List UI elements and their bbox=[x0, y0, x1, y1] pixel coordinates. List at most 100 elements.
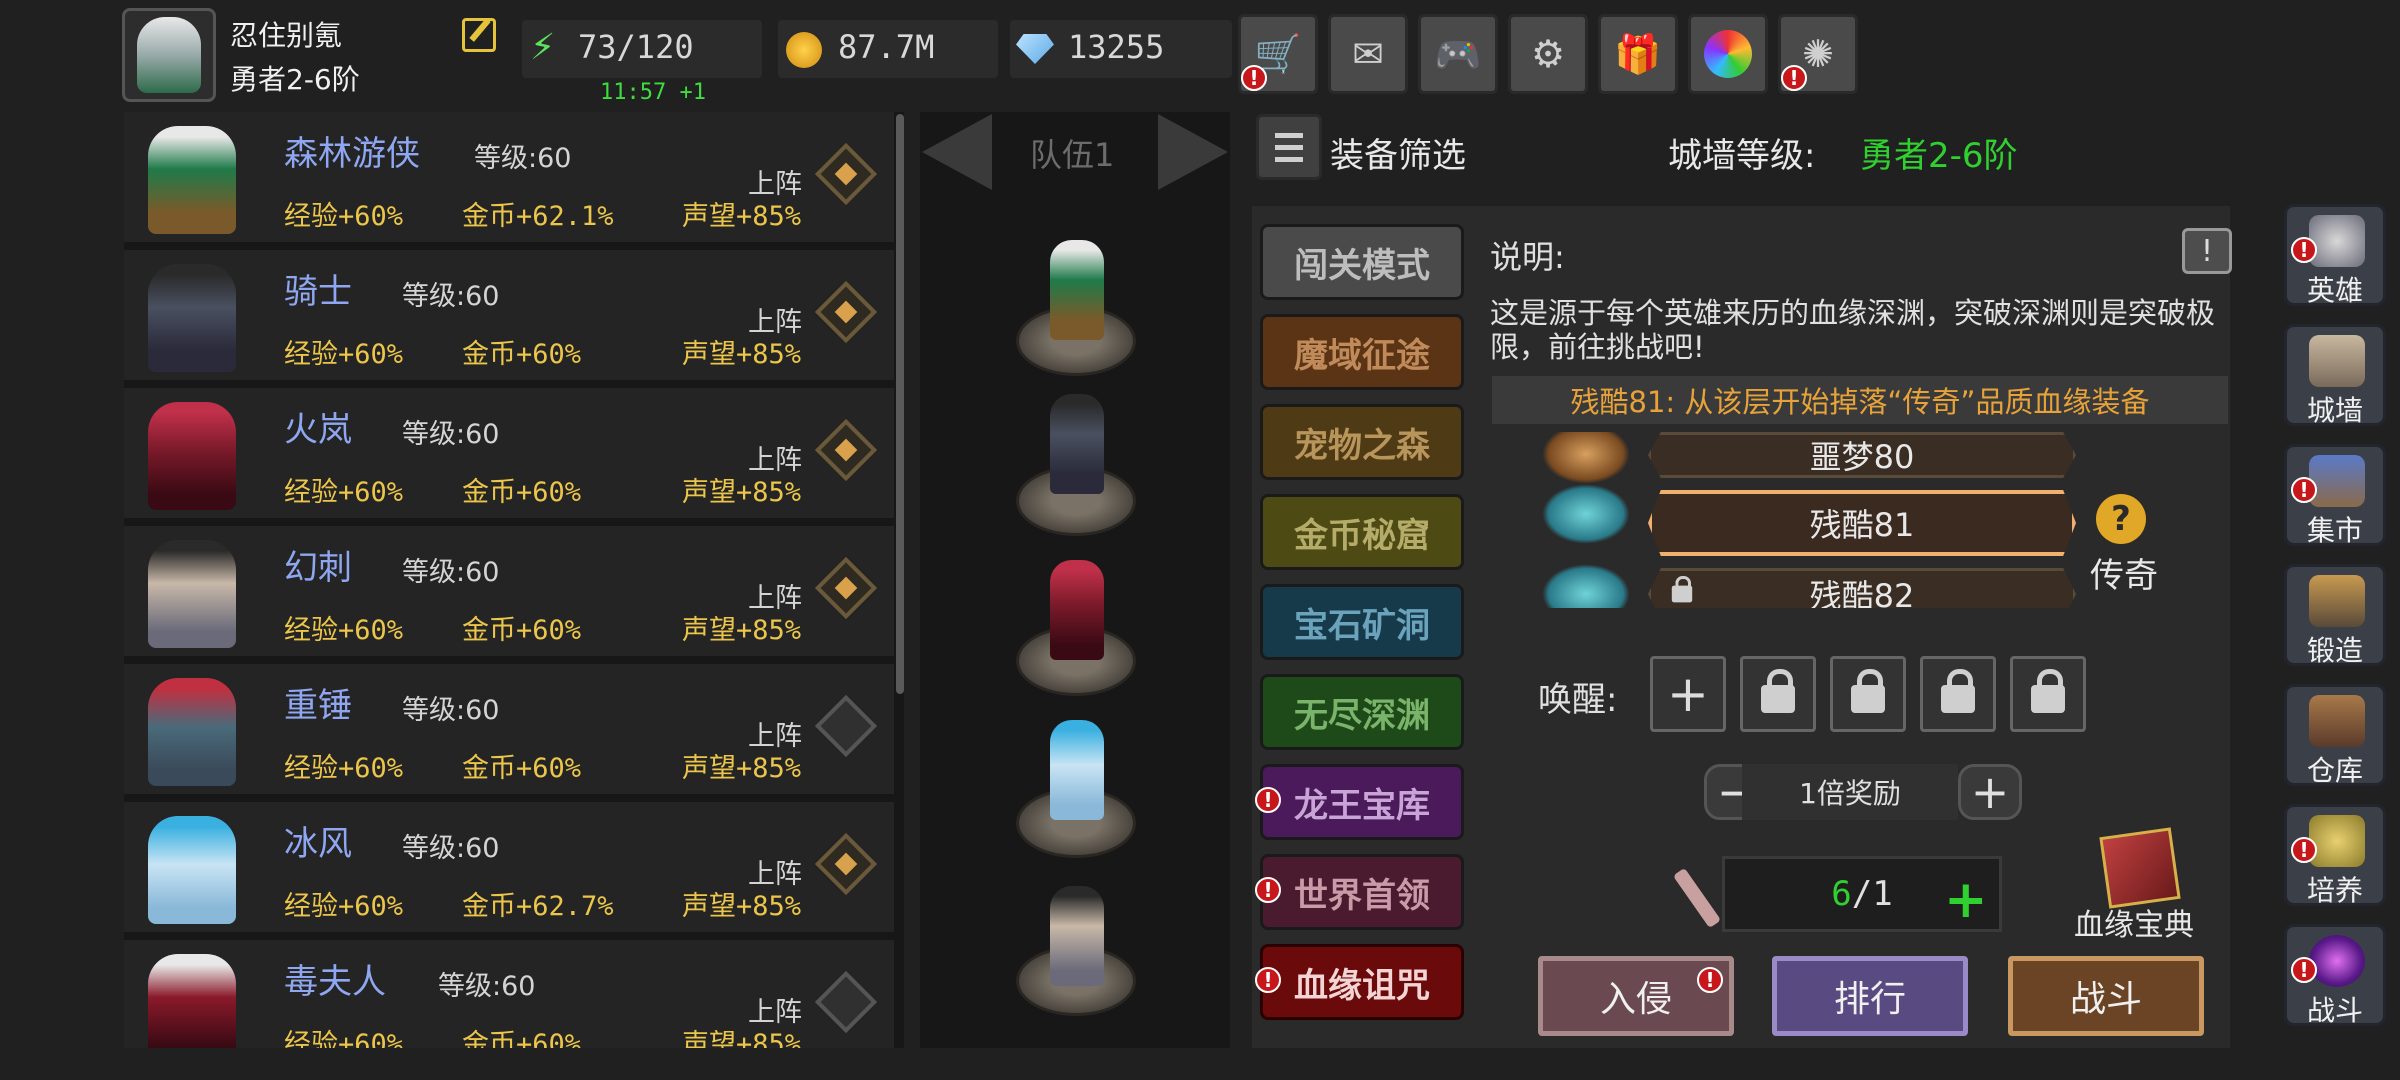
shop-button[interactable]: 🛒! bbox=[1238, 14, 1318, 94]
color-wheel-icon bbox=[1704, 30, 1752, 78]
ticket-current: 6 bbox=[1831, 874, 1852, 914]
hero-gold-bonus: 金币+60% bbox=[462, 477, 582, 508]
alert-badge: ! bbox=[1697, 967, 1723, 993]
deploy-label: 上阵 bbox=[748, 169, 802, 200]
deploy-toggle[interactable] bbox=[814, 970, 878, 1034]
info-icon[interactable]: ! bbox=[2182, 228, 2232, 274]
hero-row[interactable]: 骑士 等级:60 经验+60% 金币+60% 声望+85% 上阵 bbox=[124, 250, 894, 380]
deploy-label: 上阵 bbox=[748, 859, 802, 890]
energy-icon: ⚡ bbox=[530, 27, 556, 68]
edit-name-icon[interactable] bbox=[462, 18, 496, 52]
mail-button[interactable]: ✉ bbox=[1328, 14, 1408, 94]
battle-button[interactable]: 战斗 bbox=[2008, 956, 2204, 1036]
mode-world-boss-button[interactable]: ! 世界首领 bbox=[1255, 854, 1464, 930]
action-label: 入侵 bbox=[1599, 979, 1672, 1020]
mode-stage-button[interactable]: 闯关模式 bbox=[1260, 224, 1464, 300]
deploy-toggle[interactable] bbox=[814, 142, 878, 206]
alert-badge: ! bbox=[2291, 237, 2317, 263]
ticket-separator: / bbox=[1851, 874, 1873, 914]
awaken-slot-locked[interactable] bbox=[2010, 656, 2086, 732]
mode-label: 闯关模式 bbox=[1294, 245, 1430, 286]
deploy-toggle[interactable] bbox=[814, 418, 878, 482]
floor-item[interactable]: 噩梦80 bbox=[1648, 432, 2076, 478]
description-text: 这是源于每个英雄来历的血缘深渊，突破深渊则是突破极限，前往挑战吧! bbox=[1490, 296, 2216, 364]
hero-row[interactable]: 火岚 等级:60 经验+60% 金币+60% 声望+85% 上阵 bbox=[124, 388, 894, 518]
mode-label: 魔域征途 bbox=[1294, 335, 1430, 376]
mode-demon-realm-button[interactable]: 魔域征途 bbox=[1260, 314, 1464, 390]
invade-button[interactable]: 入侵! bbox=[1538, 956, 1734, 1036]
alert-badge: ! bbox=[2291, 837, 2317, 863]
mode-label: 金币秘窟 bbox=[1294, 515, 1430, 556]
deploy-label: 上阵 bbox=[748, 583, 802, 614]
hero-gold-bonus: 金币+62.7% bbox=[462, 891, 614, 922]
hero-name: 重锤 bbox=[284, 686, 352, 726]
alert-badge: ! bbox=[1255, 787, 1281, 813]
player-rank: 勇者2-6阶 bbox=[230, 63, 360, 96]
deploy-toggle[interactable] bbox=[814, 832, 878, 896]
quality-help-icon[interactable]: ? bbox=[2096, 494, 2146, 544]
deploy-label: 上阵 bbox=[748, 445, 802, 476]
settings-button[interactable]: ⚙ bbox=[1508, 14, 1588, 94]
helmet-icon bbox=[2309, 215, 2365, 267]
team-label: 队伍1 bbox=[1030, 136, 1115, 174]
mode-blood-curse-button[interactable]: ! 血缘诅咒 bbox=[1255, 944, 1464, 1020]
ticket-max: 1 bbox=[1872, 874, 1893, 914]
nav-forge[interactable]: 锻造 bbox=[2284, 564, 2386, 667]
increase-multiplier-button[interactable]: + bbox=[1958, 764, 2022, 820]
nav-train[interactable]: ! 培养 bbox=[2284, 804, 2386, 907]
deploy-label: 上阵 bbox=[748, 997, 802, 1028]
nav-battle[interactable]: ! 战斗 bbox=[2284, 924, 2386, 1027]
plus-icon: + bbox=[1970, 765, 2010, 819]
team-hero-fire-mage bbox=[1050, 560, 1104, 660]
mode-pet-forest-button[interactable]: 宠物之森 bbox=[1260, 404, 1464, 480]
hero-sprite-hammer bbox=[148, 678, 236, 786]
equipment-filter-button[interactable] bbox=[1256, 114, 1322, 180]
hero-row[interactable]: 森林游侠 等级:60 经验+60% 金币+62.1% 声望+85% 上阵 bbox=[124, 112, 894, 242]
trophy-icon bbox=[2309, 815, 2365, 867]
hero-exp-bonus: 经验+60% bbox=[284, 615, 404, 646]
nav-heroes[interactable]: ! 英雄 bbox=[2284, 204, 2386, 307]
mode-label: 血缘诅咒 bbox=[1294, 965, 1430, 1006]
event-button[interactable]: ✺! bbox=[1778, 14, 1858, 94]
nav-market[interactable]: ! 集市 bbox=[2284, 444, 2386, 547]
nav-wall[interactable]: 城墙 bbox=[2284, 324, 2386, 427]
codex-book-icon[interactable] bbox=[2099, 827, 2181, 909]
mode-dragon-vault-button[interactable]: ! 龙王宝库 bbox=[1255, 764, 1464, 840]
floor-item-selected[interactable]: 残酷81 bbox=[1648, 490, 2076, 556]
deploy-toggle[interactable] bbox=[814, 694, 878, 758]
hero-row[interactable]: 冰风 等级:60 经验+60% 金币+62.7% 声望+85% 上阵 bbox=[124, 802, 894, 932]
awaken-slot-locked[interactable] bbox=[1920, 656, 1996, 732]
energy-timer: 11:57 +1 bbox=[600, 80, 706, 105]
wall-level-label: 城墙等级: bbox=[1668, 136, 1816, 176]
market-icon bbox=[2309, 455, 2365, 507]
codex-label[interactable]: 血缘宝典 bbox=[2074, 900, 2194, 944]
gift-button[interactable]: 🎁 bbox=[1598, 14, 1678, 94]
hero-row[interactable]: 毒夫人 等级:60 经验+60% 金币+60% 声望+85% 上阵 bbox=[124, 940, 894, 1048]
awaken-slot-locked[interactable] bbox=[1740, 656, 1816, 732]
awaken-slot-add[interactable]: + bbox=[1650, 656, 1726, 732]
player-avatar[interactable] bbox=[122, 8, 216, 102]
mode-gem-mine-button[interactable]: 宝石矿洞 bbox=[1260, 584, 1464, 660]
nav-label: 战斗 bbox=[2306, 994, 2363, 1027]
awaken-slot-locked[interactable] bbox=[1830, 656, 1906, 732]
hero-list-scrollbar[interactable] bbox=[896, 114, 904, 694]
hero-row[interactable]: 幻刺 等级:60 经验+60% 金币+60% 声望+85% 上阵 bbox=[124, 526, 894, 656]
add-ticket-button[interactable]: + bbox=[1944, 870, 1988, 930]
mode-label: 无尽深渊 bbox=[1294, 695, 1430, 736]
ranking-button[interactable]: 排行 bbox=[1772, 956, 1968, 1036]
hero-row[interactable]: 重锤 等级:60 经验+60% 金币+60% 声望+85% 上阵 bbox=[124, 664, 894, 794]
hero-gold-bonus: 金币+60% bbox=[462, 615, 582, 646]
deploy-toggle[interactable] bbox=[814, 280, 878, 344]
color-wheel-button[interactable] bbox=[1688, 14, 1768, 94]
hero-list[interactable]: 森林游侠 等级:60 经验+60% 金币+62.1% 声望+85% 上阵 骑士 … bbox=[124, 112, 904, 1048]
action-label: 战斗 bbox=[2069, 979, 2142, 1020]
alert-badge: ! bbox=[2291, 957, 2317, 983]
gamepad-button[interactable]: 🎮 bbox=[1418, 14, 1498, 94]
deploy-toggle[interactable] bbox=[814, 556, 878, 620]
alert-badge: ! bbox=[1781, 65, 1807, 91]
mode-gold-cave-button[interactable]: 金币秘窟 bbox=[1260, 494, 1464, 570]
equipment-filter-label: 装备筛选 bbox=[1330, 136, 1466, 176]
mode-endless-abyss-button[interactable]: 无尽深渊 bbox=[1260, 674, 1464, 750]
nav-warehouse[interactable]: 仓库 bbox=[2284, 684, 2386, 787]
floor-item-locked[interactable]: 残酷82 bbox=[1648, 568, 2076, 608]
